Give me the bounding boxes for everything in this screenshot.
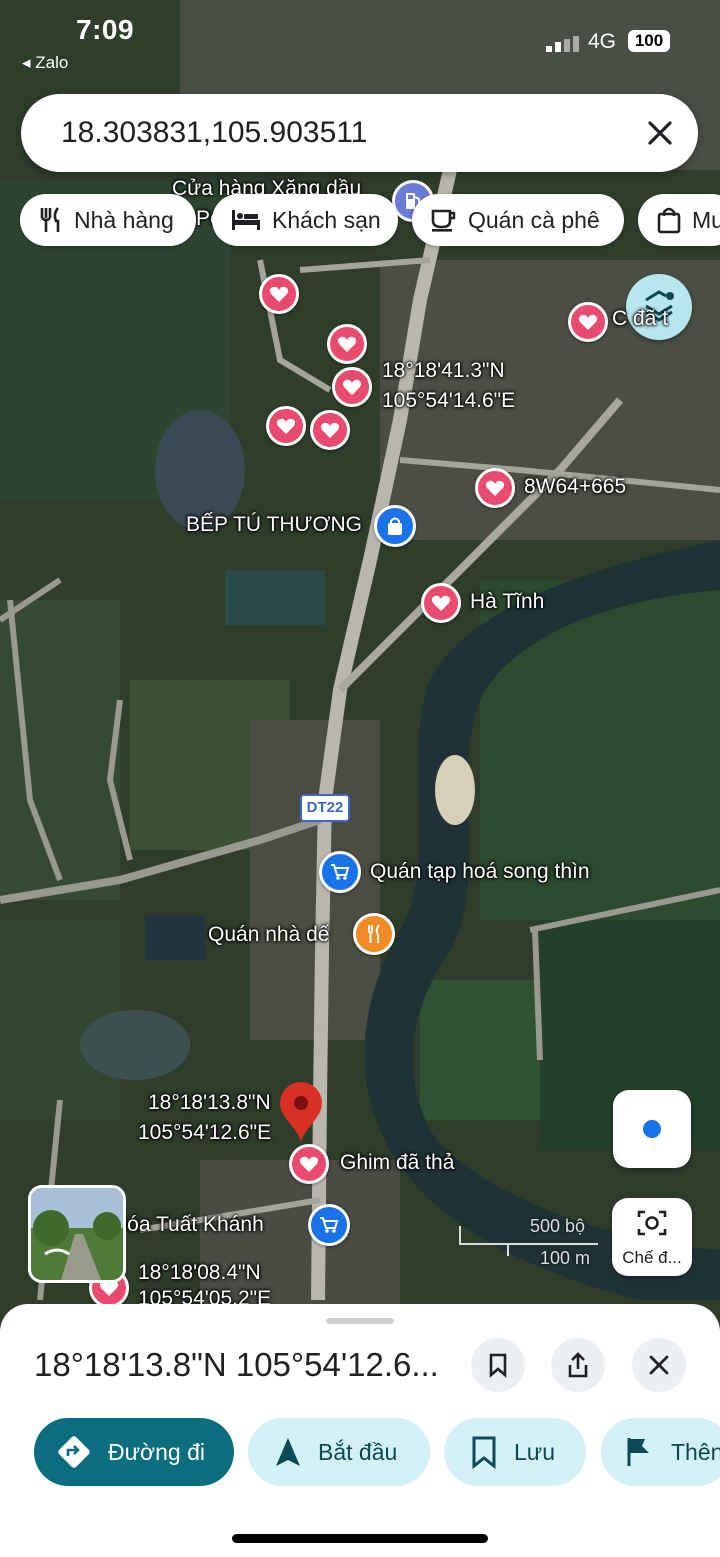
my-location-icon xyxy=(643,1120,661,1138)
bookmark-icon xyxy=(472,1436,496,1469)
status-bar: 7:09 ◂ Zalo 4G 100 xyxy=(0,0,720,80)
shop-bag-icon[interactable] xyxy=(374,505,416,547)
restaurant-poi-icon[interactable] xyxy=(353,913,395,955)
more-button[interactable]: Thên xyxy=(601,1418,720,1486)
sheet-drag-handle[interactable] xyxy=(326,1318,394,1324)
chip-label: Nhà hàng xyxy=(74,206,174,233)
chip-hotels[interactable]: Khách sạn xyxy=(212,194,398,246)
saved-place-heart[interactable] xyxy=(421,583,461,623)
saved-place-heart[interactable] xyxy=(332,367,372,407)
map-label-coord-lat[interactable]: 18°18'41.3"N xyxy=(382,358,505,384)
share-button[interactable] xyxy=(551,1338,605,1392)
heart-icon xyxy=(276,418,296,434)
close-icon xyxy=(649,1355,669,1375)
heart-icon xyxy=(269,286,289,302)
chip-label: Khách sạn xyxy=(272,206,381,233)
save-button[interactable]: Lưu xyxy=(444,1418,586,1486)
heart-icon xyxy=(337,336,357,352)
signal-icon xyxy=(546,36,579,52)
network-type: 4G xyxy=(588,30,617,53)
navigation-icon xyxy=(276,1438,300,1466)
back-to-app-link[interactable]: ◂ Zalo xyxy=(22,53,68,73)
saved-place-heart[interactable] xyxy=(259,274,299,314)
start-label: Bắt đầu xyxy=(318,1438,398,1465)
coffee-icon xyxy=(431,209,456,232)
saved-place-heart[interactable] xyxy=(289,1144,329,1184)
directions-label: Đường đi xyxy=(108,1438,205,1465)
save-label: Lưu xyxy=(514,1438,555,1465)
place-title: 18°18'13.8"N 105°54'12.6... xyxy=(34,1346,439,1383)
place-sheet[interactable]: 18°18'13.8"N 105°54'12.6... Đường đi Bắt… xyxy=(0,1304,720,1557)
clear-search-icon[interactable] xyxy=(639,112,681,154)
home-indicator[interactable] xyxy=(232,1534,488,1543)
saved-place-heart[interactable] xyxy=(266,406,306,446)
grocery-cart-icon[interactable] xyxy=(308,1204,350,1246)
saved-place-heart[interactable] xyxy=(310,410,350,450)
saved-place-heart[interactable] xyxy=(475,468,515,508)
street-view-thumbnail[interactable] xyxy=(28,1185,126,1283)
chip-label: Quán cà phê xyxy=(468,206,600,233)
chip-restaurants[interactable]: Nhà hàng xyxy=(20,194,196,246)
saved-place-heart[interactable] xyxy=(327,324,367,364)
chip-label: Mu xyxy=(692,206,720,233)
scale-metric: 100 m xyxy=(540,1248,591,1268)
map-label-pin-lng: 105°54'12.6"E xyxy=(138,1121,272,1144)
map-label-song-thin[interactable]: Quán tạp hoá song thìn xyxy=(370,859,590,885)
camera-lens-icon xyxy=(637,1210,667,1236)
clock: 7:09 xyxy=(76,14,135,45)
dropped-pin-icon[interactable] xyxy=(278,1082,324,1144)
lens-mode-button[interactable]: Chế đ... xyxy=(612,1198,692,1276)
my-location-button[interactable] xyxy=(613,1090,691,1168)
flag-icon xyxy=(627,1438,649,1466)
directions-button[interactable]: Đường đi xyxy=(34,1418,234,1486)
start-button[interactable]: Bắt đầu xyxy=(248,1418,430,1486)
map-label-quan-nha-de[interactable]: Quán nhà dế xyxy=(208,922,329,948)
map-label-pin-lat: 18°18'13.8"N xyxy=(148,1091,271,1114)
lens-label: Chế đ... xyxy=(622,1248,682,1267)
heart-icon xyxy=(431,595,451,611)
map-label-tuat-khanh[interactable]: Hóa Tuất Khánh xyxy=(112,1212,264,1238)
battery-indicator: 100 xyxy=(628,30,670,52)
heart-icon xyxy=(342,379,362,395)
map-label-coord-lng[interactable]: 105°54'14.6"E xyxy=(382,388,515,414)
hotel-icon xyxy=(232,210,260,230)
heart-icon xyxy=(299,1156,319,1172)
heart-icon xyxy=(578,314,598,330)
search-bar[interactable]: 18.303831,105.903511 xyxy=(21,94,698,172)
map-label-dropped-pin[interactable]: Ghim đã thả xyxy=(340,1150,454,1176)
grocery-cart-icon[interactable] xyxy=(319,851,361,893)
save-place-button[interactable] xyxy=(471,1338,525,1392)
shopping-icon xyxy=(657,207,681,234)
saved-place-heart[interactable] xyxy=(568,302,608,342)
map-label-ha-tinh[interactable]: Hà Tĩnh xyxy=(470,589,544,615)
directions-icon xyxy=(58,1436,90,1468)
map-label-bottom-lat: 18°18'08.4"N xyxy=(138,1261,261,1284)
map-label-plus-code[interactable]: 8W64+665 xyxy=(524,474,626,500)
map-label-bep-tu-thuong[interactable]: BẾP TÚ THƯƠNG xyxy=(186,512,362,538)
more-label: Thên xyxy=(671,1438,720,1465)
chip-shopping[interactable]: Mu xyxy=(638,194,720,246)
map-label-top-right[interactable]: C đã t xyxy=(612,306,668,332)
chip-cafes[interactable]: Quán cà phê xyxy=(412,194,624,246)
restaurant-icon xyxy=(40,207,60,232)
bookmark-icon xyxy=(489,1353,507,1378)
close-sheet-button[interactable] xyxy=(632,1338,686,1392)
heart-icon xyxy=(485,480,505,496)
road-shield-dt22: DT22 xyxy=(300,794,350,822)
search-input[interactable]: 18.303831,105.903511 xyxy=(61,116,367,150)
heart-icon xyxy=(320,422,340,438)
share-icon xyxy=(568,1352,588,1378)
